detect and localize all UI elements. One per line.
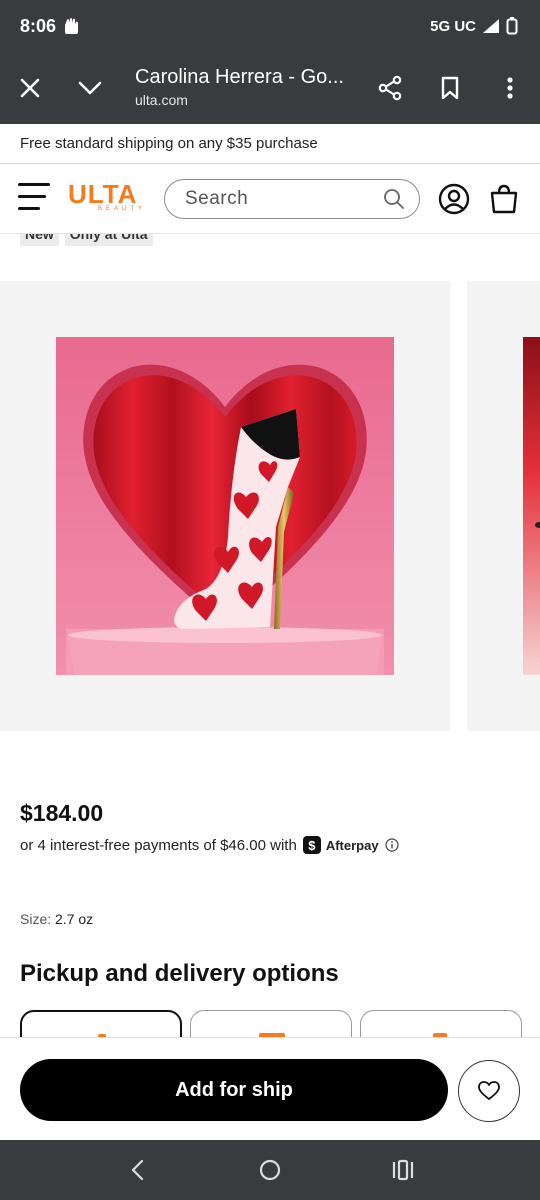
installment-text: or 4 interest-free payments of $46.00 wi… [20,836,297,854]
site-header: ULTA BEAUTY Search [0,164,540,234]
status-right: 5G UC [430,17,518,35]
status-time: 8:06 [20,15,57,36]
shipping-banner[interactable]: Free standard shipping on any $35 purcha… [0,124,540,164]
browser-toolbar: Carolina Herrera - Go... ulta.com [0,52,540,124]
afterpay-badge-icon: $ [302,836,321,854]
size-value: 2.7 oz [55,911,94,927]
afterpay-logo: $ Afterpay [302,836,379,854]
logo-subtext: BEAUTY [98,206,147,212]
status-left: 8:06 [20,16,82,37]
size-info: Size: 2.7 oz [20,911,93,927]
favorite-button[interactable] [458,1060,520,1122]
search-icon [384,189,404,209]
battery-icon [506,17,518,35]
back-button[interactable] [117,1150,157,1190]
menu-button[interactable] [18,183,50,215]
afterpay-info: or 4 interest-free payments of $46.00 wi… [20,836,399,854]
home-circle-icon [259,1159,281,1181]
status-bar: 8:06 5G UC [0,0,540,52]
network-label: 5G UC [430,17,476,35]
ulta-logo[interactable]: ULTA BEAUTY [68,180,148,220]
page-url: ulta.com [135,92,188,108]
account-icon [438,183,470,215]
shopping-bag-icon [490,184,518,214]
afterpay-label: Afterpay [325,837,379,853]
product-image [56,337,394,675]
next-product-image [523,337,540,675]
signal-icon [483,19,499,33]
add-for-ship-button[interactable]: Add for ship [20,1059,448,1121]
product-photo-shoe [56,337,394,675]
product-gallery-slide[interactable] [0,281,450,731]
logo-word: ULTA [68,179,138,209]
shopping-bag-button[interactable] [488,183,520,215]
more-vert-icon [507,77,513,99]
system-nav-bar [0,1140,540,1200]
notification-icon [65,18,79,34]
account-button[interactable] [438,183,470,215]
recents-icon [393,1159,414,1181]
back-icon [131,1159,143,1181]
pickup-section-title: Pickup and delivery options [20,960,339,987]
recents-button[interactable] [383,1150,423,1190]
more-options-button[interactable] [486,64,534,112]
close-icon [20,78,40,98]
search-input[interactable]: Search [164,179,420,219]
search-placeholder: Search [185,188,249,209]
close-tab-button[interactable] [6,64,54,112]
product-gallery-next-slide[interactable] [467,281,540,731]
shipping-banner-text: Free standard shipping on any $35 purcha… [20,135,318,152]
page-title-box[interactable]: Carolina Herrera - Go... ulta.com [135,65,365,108]
heart-icon [478,1081,500,1100]
bookmark-button[interactable] [426,64,474,112]
info-icon[interactable] [384,838,399,852]
size-label: Size: [20,911,52,927]
bookmark-icon [441,76,459,100]
home-button[interactable] [250,1150,290,1190]
collapse-button[interactable] [66,64,114,112]
sticky-add-to-bag-bar: Add for ship [0,1037,540,1140]
product-price: $184.00 [20,800,104,826]
share-icon [378,75,402,101]
page-title: Carolina Herrera - Go... [135,66,344,88]
share-button[interactable] [366,64,414,112]
chevron-down-icon [78,81,102,95]
